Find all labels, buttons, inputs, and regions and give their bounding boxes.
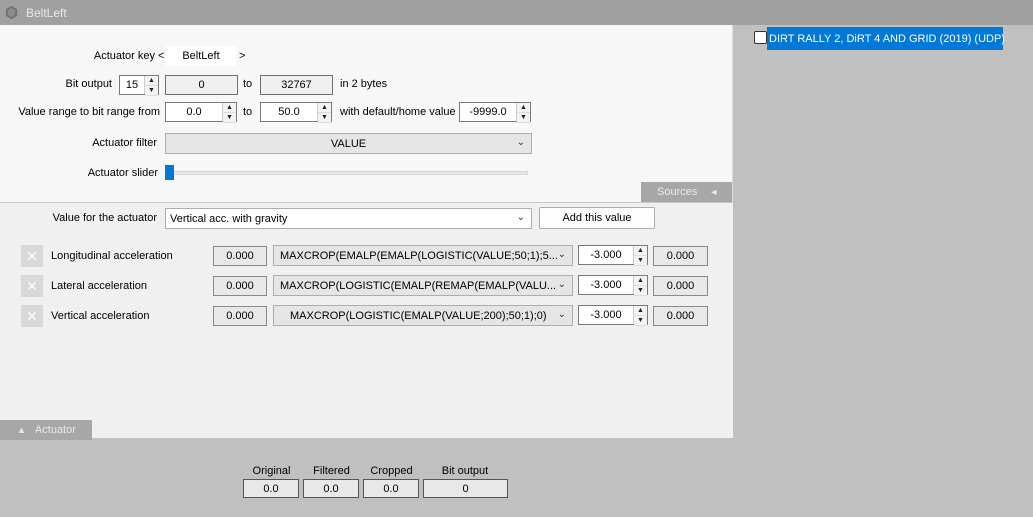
app-logo-icon bbox=[5, 5, 18, 20]
stepper-up-icon[interactable]: ▲ bbox=[634, 276, 647, 286]
filtered-label: Filtered bbox=[313, 465, 350, 477]
bit-output-readout-label: Bit output bbox=[441, 465, 489, 477]
readouts-panel bbox=[0, 438, 733, 517]
stepper-up-icon[interactable]: ▲ bbox=[318, 103, 331, 113]
chevron-down-icon: ⌄ bbox=[557, 309, 566, 320]
actuator-key-field[interactable]: BeltLeft bbox=[166, 46, 236, 66]
value-for-actuator-label: Value for the actuator bbox=[52, 212, 157, 224]
actuator-slider-track[interactable] bbox=[166, 171, 528, 175]
bit-output-to-field: 32767 bbox=[260, 75, 333, 95]
actuator-key-next-button[interactable]: > bbox=[239, 50, 245, 62]
sources-panel bbox=[733, 25, 1033, 517]
actuator-tab[interactable]: ▲ Actuator bbox=[0, 420, 92, 440]
value-for-actuator-dropdown[interactable]: Vertical acc. with gravity ⌄ bbox=[165, 208, 532, 229]
chevron-down-icon: ⌄ bbox=[557, 279, 566, 290]
value-input-readout: 0.000 bbox=[213, 306, 267, 326]
stepper-up-icon[interactable]: ▲ bbox=[517, 103, 530, 113]
close-icon: ✕ bbox=[26, 277, 38, 294]
remove-value-button[interactable]: ✕ bbox=[21, 275, 43, 297]
collapse-arrow-icon: ▲ bbox=[17, 425, 26, 435]
remove-value-button[interactable]: ✕ bbox=[21, 305, 43, 327]
value-input-readout: 0.000 bbox=[213, 246, 267, 266]
actuator-filter-dropdown[interactable]: VALUE ⌄ bbox=[165, 133, 532, 154]
actuator-slider-label: Actuator slider bbox=[87, 167, 158, 179]
value-range-to-stepper[interactable]: 50.0 ▲ ▼ bbox=[260, 102, 332, 123]
stepper-down-icon[interactable]: ▼ bbox=[517, 113, 530, 123]
value-range-from-stepper[interactable]: 0.0 ▲ ▼ bbox=[165, 102, 237, 123]
stepper-down-icon[interactable]: ▼ bbox=[634, 286, 647, 296]
value-name: Vertical acceleration bbox=[51, 310, 150, 322]
stepper-up-icon[interactable]: ▲ bbox=[223, 103, 236, 113]
value-formula-dropdown[interactable]: MAXCROP(LOGISTIC(EMALP(VALUE;200);50;1);… bbox=[273, 305, 573, 326]
remove-value-button[interactable]: ✕ bbox=[21, 245, 43, 267]
value-range-label: Value range to bit range from bbox=[18, 106, 160, 118]
window-title: BeltLeft bbox=[26, 6, 67, 20]
stepper-up-icon[interactable]: ▲ bbox=[634, 306, 647, 316]
default-home-stepper[interactable]: -9999.0 ▲ ▼ bbox=[459, 102, 531, 123]
close-icon: ✕ bbox=[26, 307, 38, 324]
bit-output-from-field: 0 bbox=[165, 75, 238, 95]
actuator-key-label: Actuator key bbox=[93, 50, 155, 62]
value-name: Lateral acceleration bbox=[51, 280, 148, 292]
actuator-key-prev-button[interactable]: < bbox=[158, 50, 164, 62]
bit-output-to-label: to bbox=[243, 78, 253, 90]
value-output-readout: 0.000 bbox=[653, 306, 708, 326]
value-input-readout: 0.000 bbox=[213, 276, 267, 296]
stepper-up-icon[interactable]: ▲ bbox=[145, 76, 158, 86]
cropped-label: Cropped bbox=[370, 465, 413, 477]
value-output-readout: 0.000 bbox=[653, 246, 708, 266]
cropped-readout: 0.0 bbox=[363, 479, 419, 498]
value-factor-stepper[interactable]: -3.000 ▲ ▼ bbox=[578, 275, 648, 296]
actuator-slider-thumb[interactable] bbox=[165, 165, 174, 180]
stepper-down-icon[interactable]: ▼ bbox=[634, 316, 647, 326]
stepper-down-icon[interactable]: ▼ bbox=[634, 256, 647, 266]
chevron-down-icon: ⌄ bbox=[557, 249, 566, 260]
chevron-down-icon: ⌄ bbox=[516, 212, 525, 223]
actuator-key-value: BeltLeft bbox=[182, 50, 220, 62]
stepper-down-icon[interactable]: ▼ bbox=[223, 113, 236, 123]
value-factor-stepper[interactable]: -3.000 ▲ ▼ bbox=[578, 305, 648, 326]
filtered-readout: 0.0 bbox=[303, 479, 359, 498]
sources-tab[interactable]: Sources ◄ bbox=[641, 182, 732, 202]
add-this-value-button[interactable]: Add this value bbox=[539, 207, 655, 229]
stepper-up-icon[interactable]: ▲ bbox=[634, 246, 647, 256]
bit-output-readout: 0 bbox=[423, 479, 508, 498]
value-output-readout: 0.000 bbox=[653, 276, 708, 296]
stepper-down-icon[interactable]: ▼ bbox=[145, 86, 158, 96]
bit-output-bits-value: 15 bbox=[125, 79, 139, 91]
source-item[interactable]: DIRT RALLY 2, DiRT 4 AND GRID (2019) (UD… bbox=[767, 27, 1005, 50]
value-name: Longitudinal acceleration bbox=[51, 250, 173, 262]
bit-output-suffix-label: in 2 bytes bbox=[340, 78, 388, 90]
title-bar: BeltLeft bbox=[0, 0, 1033, 25]
original-label: Original bbox=[252, 465, 291, 477]
value-formula-dropdown[interactable]: MAXCROP(LOGISTIC(EMALP(REMAP(EMALP(VALU.… bbox=[273, 275, 573, 296]
bit-output-bits-stepper[interactable]: 15 ▲ ▼ bbox=[119, 75, 159, 96]
actuator-filter-label: Actuator filter bbox=[92, 137, 157, 149]
value-factor-stepper[interactable]: -3.000 ▲ ▼ bbox=[578, 245, 648, 266]
default-home-label: with default/home value bbox=[340, 106, 456, 118]
original-readout: 0.0 bbox=[243, 479, 299, 498]
bit-output-label: Bit output bbox=[65, 78, 112, 90]
chevron-down-icon: ⌄ bbox=[516, 137, 525, 148]
source-checkbox[interactable] bbox=[754, 31, 767, 44]
collapse-arrow-icon: ◄ bbox=[709, 187, 719, 197]
value-range-to-label: to bbox=[243, 106, 253, 118]
close-icon: ✕ bbox=[26, 247, 38, 264]
stepper-down-icon[interactable]: ▼ bbox=[318, 113, 331, 123]
value-formula-dropdown[interactable]: MAXCROP(EMALP(EMALP(LOGISTIC(VALUE;50;1)… bbox=[273, 245, 573, 266]
